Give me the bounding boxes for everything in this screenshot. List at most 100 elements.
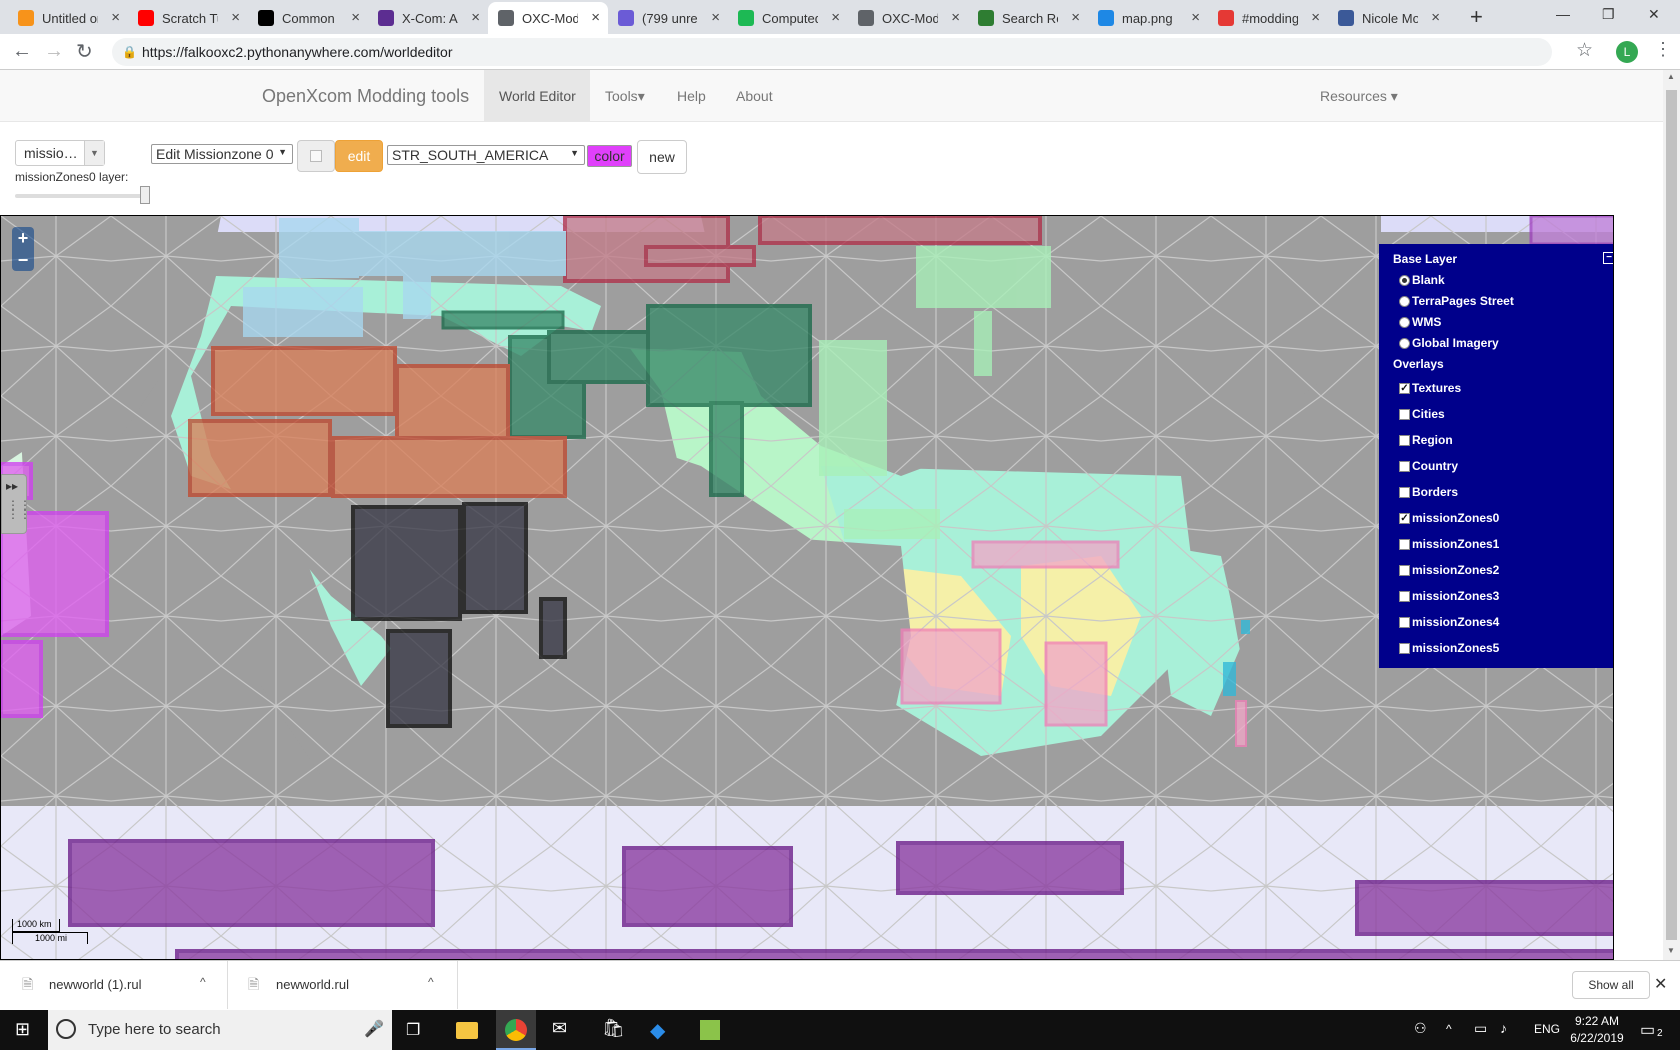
nav-resources[interactable]: Resources ▾: [1320, 88, 1398, 105]
mail-icon[interactable]: ✉: [552, 1018, 567, 1039]
zone-rect[interactable]: [1241, 620, 1250, 634]
overlay-option[interactable]: missionZones5: [1399, 639, 1499, 657]
zone-rect[interactable]: [900, 628, 1002, 705]
zone-rect[interactable]: [896, 841, 1124, 895]
zone-rect[interactable]: [1223, 662, 1236, 696]
browser-tab[interactable]: Scratch Tu ×: [128, 2, 248, 34]
close-tab-icon[interactable]: ×: [231, 9, 240, 26]
reload-icon[interactable]: ↻: [76, 39, 93, 64]
new-button[interactable]: new: [637, 140, 687, 174]
chevron-up-icon[interactable]: ^: [200, 975, 206, 989]
scrollbar-thumb[interactable]: [1666, 90, 1677, 940]
zone-rect[interactable]: [351, 505, 462, 621]
zoom-out-button[interactable]: −: [12, 249, 34, 271]
people-icon[interactable]: ⚇: [1414, 1020, 1427, 1037]
store-icon[interactable]: 🛍: [602, 1018, 625, 1039]
zone-rect[interactable]: [644, 245, 756, 267]
zone-rect[interactable]: [356, 231, 566, 276]
slider-handle[interactable]: [140, 186, 150, 204]
zone-rect[interactable]: [758, 216, 1042, 245]
scroll-down-icon[interactable]: ▼: [1667, 946, 1675, 955]
minimize-icon[interactable]: −: [1603, 252, 1613, 264]
base-layer-option[interactable]: WMS: [1399, 313, 1441, 331]
download-item[interactable]: 🗎 newworld.rul ^: [230, 961, 458, 1009]
overlay-option[interactable]: missionZones4: [1399, 613, 1499, 631]
close-tab-icon[interactable]: ×: [111, 9, 120, 26]
browser-tab[interactable]: Untitled or ×: [8, 2, 128, 34]
close-tab-icon[interactable]: ×: [1431, 9, 1440, 26]
zone-rect[interactable]: [622, 846, 793, 927]
zone-rect[interactable]: [844, 509, 940, 539]
radio-icon[interactable]: [1399, 316, 1410, 328]
close-tab-icon[interactable]: ×: [351, 9, 360, 26]
overlay-option[interactable]: missionZones3: [1399, 587, 1499, 605]
overlay-option[interactable]: ✓ missionZones0: [1399, 509, 1499, 527]
zone-rect[interactable]: [547, 330, 651, 384]
zone-rect[interactable]: [971, 540, 1120, 569]
base-layer-option[interactable]: Blank: [1399, 271, 1445, 289]
zone-rect[interactable]: [175, 949, 1614, 960]
download-item[interactable]: 🗎 newworld (1).rul ^: [0, 961, 228, 1009]
overlay-option[interactable]: Country: [1399, 457, 1458, 475]
zone-rect[interactable]: [819, 340, 887, 476]
zone-rect[interactable]: [386, 629, 452, 728]
close-window-icon[interactable]: ✕: [1648, 6, 1660, 23]
nav-world-editor[interactable]: World Editor: [484, 70, 590, 122]
chevron-up-icon[interactable]: ^: [428, 975, 434, 989]
close-icon[interactable]: ✕: [1654, 974, 1667, 994]
browser-tab[interactable]: #modding ×: [1208, 2, 1328, 34]
zone-rect[interactable]: [974, 311, 992, 376]
checkbox-icon[interactable]: ✓: [1399, 382, 1410, 394]
zone-rect[interactable]: [1235, 700, 1247, 747]
zone-rect[interactable]: [68, 839, 435, 927]
panel-toggle[interactable]: ▸▸ ⋮⋮ ⋮⋮: [1, 474, 31, 534]
missionzone-select[interactable]: Edit Missionzone 0 ▼: [151, 144, 293, 164]
close-tab-icon[interactable]: ×: [831, 9, 840, 26]
overlay-option[interactable]: Borders: [1399, 483, 1458, 501]
nav-help[interactable]: Help: [677, 88, 706, 104]
page-scrollbar[interactable]: ▲ ▼: [1663, 70, 1680, 960]
base-layer-option[interactable]: Global Imagery: [1399, 334, 1499, 352]
zone-rect[interactable]: [1355, 880, 1614, 936]
checkbox-icon[interactable]: [1399, 642, 1410, 654]
zone-rect[interactable]: [279, 218, 359, 278]
clock-time[interactable]: 9:22 AM: [1572, 1014, 1622, 1028]
zone-rect[interactable]: [243, 287, 363, 337]
checkbox-icon[interactable]: [1399, 408, 1410, 420]
zone-rect[interactable]: [441, 310, 565, 330]
overlay-option[interactable]: Region: [1399, 431, 1453, 449]
close-tab-icon[interactable]: ×: [471, 9, 480, 26]
language-indicator[interactable]: ENG: [1534, 1022, 1560, 1036]
show-all-button[interactable]: Show all: [1572, 971, 1650, 999]
close-tab-icon[interactable]: ×: [1311, 9, 1320, 26]
overlay-option[interactable]: missionZones2: [1399, 561, 1499, 579]
windows-start-icon[interactable]: ⊞: [15, 1019, 30, 1040]
scroll-up-icon[interactable]: ▲: [1667, 72, 1675, 81]
zone-rect[interactable]: [916, 246, 1051, 308]
toggle-checkbox-button[interactable]: [297, 140, 335, 172]
network-icon[interactable]: ▭: [1474, 1020, 1487, 1037]
zone-rect[interactable]: [395, 364, 510, 440]
brand[interactable]: OpenXcom Modding tools: [262, 86, 469, 107]
nav-about[interactable]: About: [736, 88, 773, 104]
checkbox-icon[interactable]: [1399, 460, 1410, 472]
restore-window-icon[interactable]: ❐: [1602, 6, 1615, 23]
zone-rect[interactable]: [188, 419, 332, 497]
zone-rect[interactable]: [1529, 216, 1614, 246]
overlay-option[interactable]: Cities: [1399, 405, 1445, 423]
zone-rect[interactable]: [211, 346, 397, 416]
browser-tab[interactable]: Common y ×: [248, 2, 368, 34]
notepadpp-icon[interactable]: [700, 1020, 720, 1040]
checkbox-icon[interactable]: [1399, 486, 1410, 498]
close-tab-icon[interactable]: ×: [591, 9, 600, 26]
close-tab-icon[interactable]: ×: [1191, 9, 1200, 26]
browser-tab[interactable]: Search Re ×: [968, 2, 1088, 34]
zone-rect[interactable]: [646, 304, 812, 407]
radio-icon[interactable]: [1399, 274, 1410, 286]
checkbox-icon[interactable]: ✓: [1399, 512, 1410, 524]
layer-select[interactable]: missio… ▼: [15, 140, 105, 166]
checkbox-icon[interactable]: [1399, 590, 1410, 602]
checkbox-icon[interactable]: [1399, 564, 1410, 576]
back-icon[interactable]: ←: [12, 40, 32, 63]
browser-tab[interactable]: Nicole Mo ×: [1328, 2, 1448, 34]
